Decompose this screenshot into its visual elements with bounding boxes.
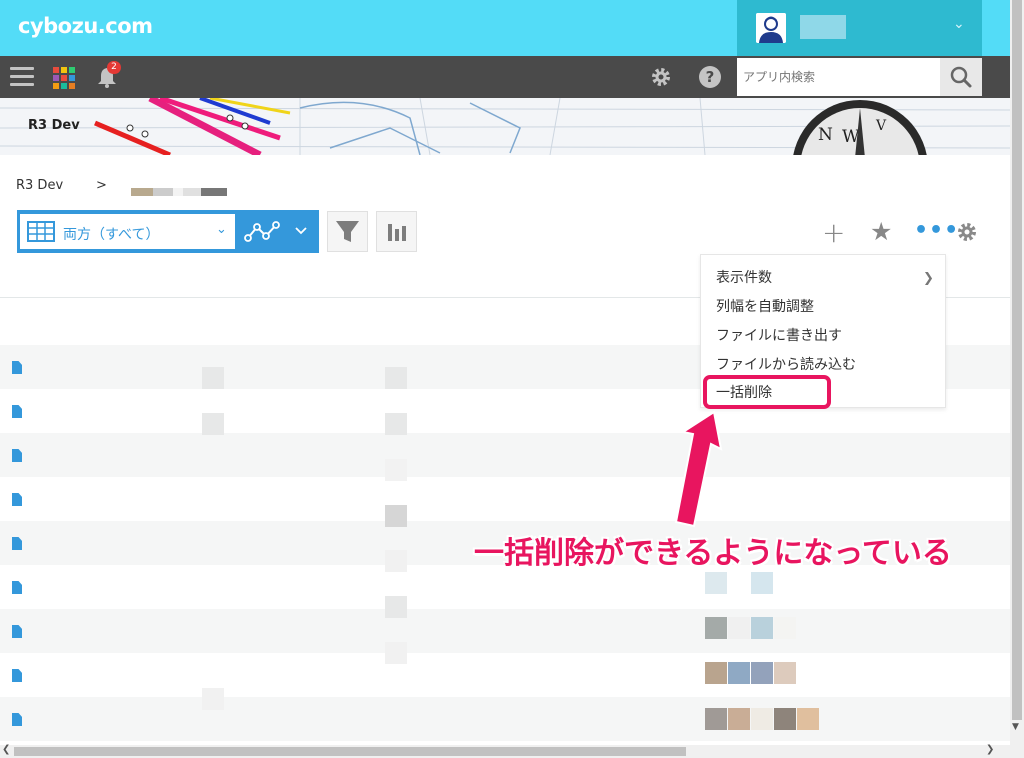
redacted-cell [751, 662, 773, 684]
redacted-cell [385, 459, 407, 481]
redacted-cell [705, 662, 727, 684]
redacted-cell [202, 688, 224, 710]
table-view-icon [27, 221, 55, 242]
annotation-callout: 一括削除ができるようになっている [474, 536, 952, 571]
redacted-cell [385, 550, 407, 572]
table-row[interactable] [0, 609, 1010, 653]
redacted-cell [751, 708, 773, 730]
redacted-cell [751, 572, 773, 594]
svg-text:V: V [875, 118, 887, 134]
bulk-delete-highlight [703, 375, 831, 409]
table-row[interactable] [0, 477, 1010, 521]
redacted-cell [774, 662, 796, 684]
redacted-cell [797, 708, 819, 730]
notification-badge: 2 [107, 61, 121, 74]
redacted-cell [385, 413, 407, 435]
redacted-cell [751, 617, 773, 639]
redacted-cell [774, 708, 796, 730]
table-row[interactable] [0, 433, 1010, 477]
document-icon[interactable] [12, 713, 22, 726]
view-label: 両方（すべて） [63, 227, 160, 243]
redacted-cell [774, 617, 796, 639]
user-name-redacted [800, 15, 846, 39]
redacted-cell [728, 617, 750, 639]
header-strip [982, 0, 1010, 56]
scroll-down-arrow-icon[interactable]: ▼ [1012, 722, 1019, 732]
search-input[interactable] [737, 58, 940, 96]
hamburger-icon[interactable] [10, 67, 34, 87]
apps-grid-icon[interactable] [53, 67, 75, 89]
document-icon[interactable] [12, 449, 22, 462]
banner-map-image: N W V [0, 98, 1010, 155]
redacted-cell [705, 708, 727, 730]
document-icon[interactable] [12, 669, 22, 682]
scroll-left-arrow-icon[interactable]: ❮ [2, 744, 10, 755]
chevron-down-icon: ⌄ [216, 222, 227, 237]
document-icon[interactable] [12, 361, 22, 374]
redacted-cell [705, 572, 727, 594]
menu-item-display-count[interactable]: 表示件数 [716, 267, 772, 287]
scroll-right-arrow-icon[interactable]: ❯ [986, 744, 994, 755]
filter-button[interactable] [327, 211, 368, 252]
app-banner: N W V [0, 98, 1010, 155]
redacted-cell [202, 413, 224, 435]
bar-chart-icon [388, 224, 406, 241]
gear-icon[interactable] [650, 66, 672, 88]
document-icon[interactable] [12, 537, 22, 550]
app-title: R3 Dev [28, 118, 80, 133]
document-icon[interactable] [12, 625, 22, 638]
menu-item-auto-column-width[interactable]: 列幅を自動調整 [716, 296, 814, 316]
redacted-cell [202, 367, 224, 389]
table-row[interactable] [0, 653, 1010, 697]
filter-icon [336, 221, 359, 242]
table-row[interactable] [0, 697, 1010, 741]
app-settings-gear-icon[interactable] [956, 221, 978, 243]
user-menu[interactable]: ⌄ [737, 0, 982, 56]
favorite-star-icon[interactable]: ★ [870, 218, 892, 246]
chart-button[interactable] [376, 211, 417, 252]
document-icon[interactable] [12, 493, 22, 506]
document-icon[interactable] [12, 581, 22, 594]
redacted-cell [385, 367, 407, 389]
redacted-cell [385, 505, 407, 527]
svg-text:N: N [818, 125, 833, 145]
breadcrumb-root[interactable]: R3 Dev [16, 178, 63, 193]
horizontal-scroll-thumb[interactable] [14, 747, 686, 756]
document-icon[interactable] [12, 405, 22, 418]
search-button[interactable] [940, 58, 982, 96]
menu-item-import-file[interactable]: ファイルから読み込む [716, 354, 856, 374]
redacted-cell [728, 708, 750, 730]
kintone-app-page: cybozu.com ⌄ ? 2 アプリ内検索 N W V R3 Dev R3 … [0, 0, 1024, 758]
graph-view-button[interactable] [238, 210, 319, 253]
chevron-right-icon: ❯ [923, 271, 934, 286]
more-options-button[interactable]: ••• [914, 217, 959, 245]
redacted-cell [705, 617, 727, 639]
avatar-icon [756, 13, 786, 43]
redacted-cell [385, 596, 407, 618]
redacted-cell [728, 662, 750, 684]
chevron-down-icon: ⌄ [953, 16, 965, 32]
search-icon [950, 66, 972, 88]
breadcrumb-separator: > [96, 178, 107, 193]
add-record-button[interactable]: + [822, 219, 845, 247]
breadcrumb-app-redacted[interactable] [131, 188, 227, 196]
menu-item-export-file[interactable]: ファイルに書き出す [716, 325, 842, 345]
redacted-cell [385, 642, 407, 664]
cybozu-logo[interactable]: cybozu.com [18, 14, 153, 38]
help-icon[interactable]: ? [699, 66, 721, 88]
graph-icon [244, 221, 307, 242]
vertical-scroll-thumb[interactable] [1012, 0, 1022, 720]
